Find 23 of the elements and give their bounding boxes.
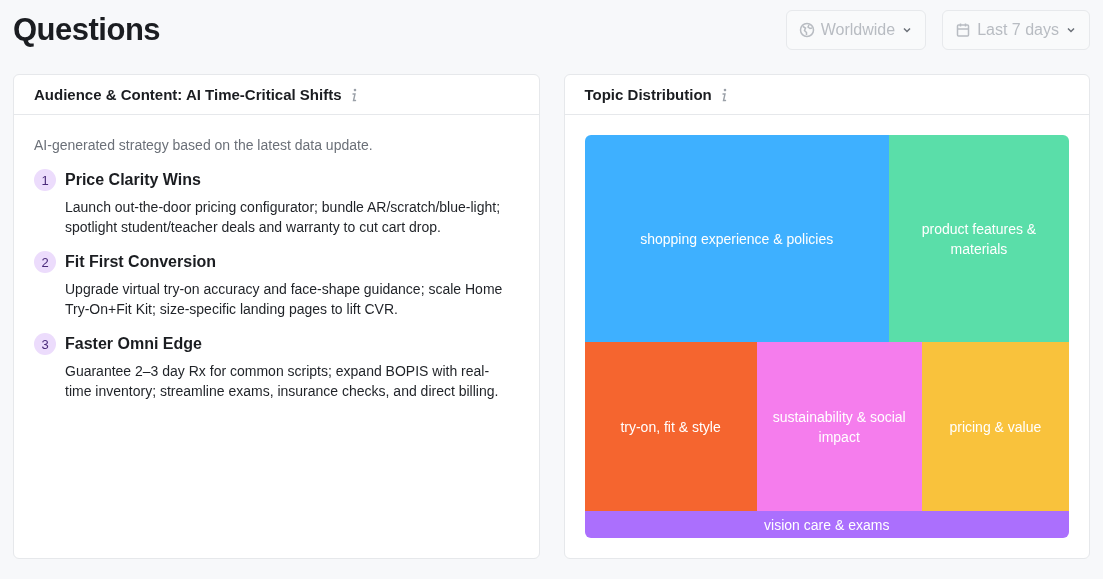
step-number: 1	[34, 169, 56, 191]
treemap-tile: product features & materials	[888, 135, 1069, 343]
info-icon[interactable]	[719, 87, 728, 102]
strategy-text: Upgrade virtual try-on accuracy and face-shape guidance; scale Home Try-On+Fit Kit; size-specific landing pages to lift CVR.	[65, 280, 503, 319]
treemap-tile: sustainability & social impact	[756, 342, 922, 512]
step-number: 3	[34, 333, 56, 355]
strategy-text: Launch out-the-door pricing configurator; bundle AR/scratch/blue-light; spotlight student/teacher deals and warranty to cut cart drop.	[65, 198, 502, 237]
treemap-tile: try-on, fit & style	[584, 342, 757, 512]
info-icon[interactable]	[349, 87, 358, 102]
calendar-icon	[955, 22, 972, 38]
strategy-text: Guarantee 2–3 day Rx for common scripts; expand BOPIS with real-time inventory; streamline exams, insurance checks, and direct billing.	[65, 362, 500, 401]
strategy-title: Fit First Conversion	[65, 253, 218, 271]
strategy-title: Faster Omni Edge	[65, 335, 203, 353]
step-number: 2	[34, 251, 56, 273]
page-title: Questions	[13, 12, 161, 48]
card-title: Audience & Content: AI Time-Critical Shifts	[34, 86, 342, 103]
treemap-tile: shopping experience & policies	[584, 135, 889, 343]
treemap-tile: vision care & exams	[584, 511, 1069, 538]
globe-icon	[798, 22, 815, 38]
intro-text: AI-generated strategy based on the latest data update.	[34, 137, 374, 153]
strategy-title: Price Clarity Wins	[65, 171, 202, 189]
treemap-tile: pricing & value	[921, 342, 1069, 512]
card-title: Topic Distribution	[584, 86, 712, 103]
